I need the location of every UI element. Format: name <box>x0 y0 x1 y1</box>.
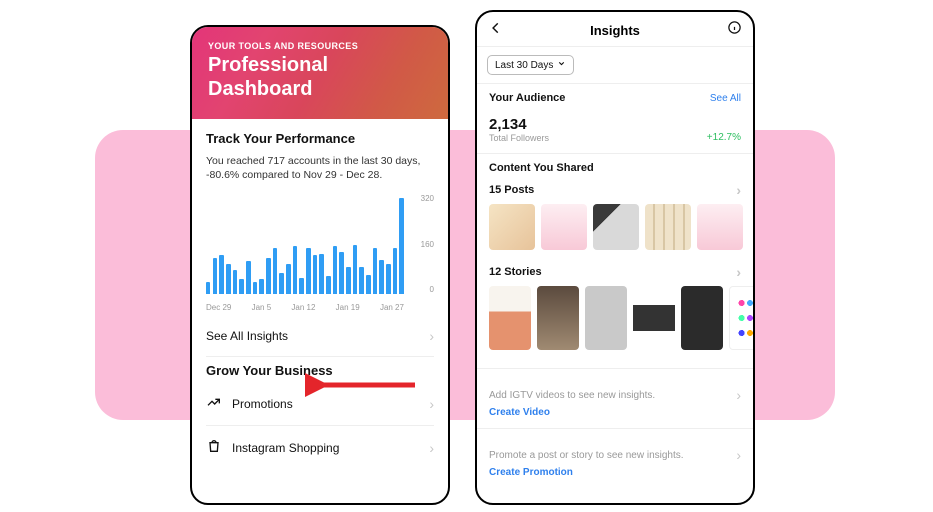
see-all-link[interactable]: See All <box>710 93 741 104</box>
stories-thumbs <box>489 286 741 350</box>
info-icon[interactable] <box>725 20 743 40</box>
date-range-select[interactable]: Last 30 Days <box>487 55 574 75</box>
chevron-down-icon <box>557 59 566 71</box>
grow-business-heading: Grow Your Business <box>206 363 434 378</box>
chart-bar <box>353 245 357 295</box>
story-thumbnail[interactable] <box>729 286 755 350</box>
chart-bar <box>306 248 310 295</box>
promotions-row[interactable]: Promotions › <box>206 382 434 425</box>
chart-bar <box>386 264 390 294</box>
followers-label: Total Followers <box>489 133 549 143</box>
promo-hint: Promote a post or story to see new insig… <box>489 450 684 461</box>
chart-bar <box>266 258 270 294</box>
post-thumbnail[interactable] <box>645 204 691 250</box>
posts-count-label: 15 Posts <box>489 184 534 196</box>
shopping-row[interactable]: Instagram Shopping › <box>206 426 434 469</box>
story-thumbnail[interactable] <box>633 286 675 350</box>
chevron-right-icon: › <box>429 328 434 344</box>
followers-change: +12.7% <box>707 132 741 143</box>
post-thumbnail[interactable] <box>489 204 535 250</box>
header-eyebrow: YOUR TOOLS AND RESOURCES <box>208 41 432 51</box>
story-thumbnail[interactable] <box>537 286 579 350</box>
post-thumbnail[interactable] <box>541 204 587 250</box>
reach-chart: 3201600 Dec 29Jan 5Jan 12Jan 19Jan 27 <box>206 196 434 316</box>
chart-bar <box>379 260 383 295</box>
chart-bar <box>219 255 223 294</box>
see-all-insights-row[interactable]: See All Insights › <box>206 316 434 356</box>
dashboard-header: YOUR TOOLS AND RESOURCES Professional Da… <box>192 27 448 119</box>
chart-bar <box>273 248 277 295</box>
followers-count: 2,134 <box>489 116 549 133</box>
divider <box>206 356 434 357</box>
create-promo-link[interactable]: Create Promotion <box>489 467 741 478</box>
chart-bar <box>226 264 230 294</box>
chart-bar <box>359 267 363 294</box>
posts-thumbs <box>489 204 741 250</box>
stories-count-label: 12 Stories <box>489 266 542 278</box>
back-icon[interactable] <box>487 21 505 40</box>
chart-bar <box>279 273 283 294</box>
trend-up-icon <box>206 394 222 413</box>
phone-dashboard: YOUR TOOLS AND RESOURCES Professional Da… <box>190 25 450 505</box>
content-section: Content You Shared 15 Posts › 12 Stories… <box>477 154 753 360</box>
audience-heading: Your Audience <box>489 92 565 104</box>
chart-bar <box>319 254 323 295</box>
story-thumbnail[interactable] <box>681 286 723 350</box>
chart-bar <box>233 270 237 294</box>
chart-bar <box>213 258 217 294</box>
chart-bar <box>333 246 337 294</box>
shopping-bag-icon <box>206 438 222 457</box>
chart-bar <box>346 267 350 294</box>
create-video-link[interactable]: Create Video <box>489 407 741 418</box>
see-all-insights-label: See All Insights <box>206 329 288 343</box>
insights-topbar: Insights <box>477 12 753 47</box>
posts-row[interactable]: 15 Posts › <box>489 182 741 198</box>
chevron-right-icon: › <box>429 396 434 412</box>
chart-bar <box>253 282 257 294</box>
chart-bar <box>286 264 290 294</box>
chart-bar <box>373 248 377 295</box>
post-thumbnail[interactable] <box>593 204 639 250</box>
chevron-right-icon: › <box>429 440 434 456</box>
chevron-right-icon: › <box>736 182 741 198</box>
chevron-right-icon: › <box>736 387 741 403</box>
date-range-label: Last 30 Days <box>495 60 553 71</box>
header-title: Professional Dashboard <box>208 53 432 101</box>
chart-bar <box>239 279 243 294</box>
insights-title: Insights <box>590 23 640 38</box>
igtv-hint: Add IGTV videos to see new insights. <box>489 390 655 401</box>
chevron-right-icon: › <box>736 264 741 280</box>
chart-bar <box>293 246 297 294</box>
igtv-section: Add IGTV videos to see new insights. › C… <box>477 369 753 429</box>
chart-bar <box>399 198 403 294</box>
content-heading: Content You Shared <box>489 162 594 174</box>
chart-bar <box>206 282 210 294</box>
promo-section: Promote a post or story to see new insig… <box>477 429 753 488</box>
audience-section: Your Audience See All 2,134 Total Follow… <box>477 84 753 154</box>
promotions-label: Promotions <box>232 397 293 411</box>
story-thumbnail[interactable] <box>585 286 627 350</box>
chart-bar <box>259 279 263 294</box>
track-performance-desc: You reached 717 accounts in the last 30 … <box>206 154 434 182</box>
chart-bar <box>393 248 397 295</box>
track-performance-heading: Track Your Performance <box>206 131 434 146</box>
chart-bar <box>339 252 343 294</box>
chart-bar <box>366 275 370 295</box>
phone-insights: Insights Last 30 Days Your Audience See … <box>475 10 755 505</box>
stories-row[interactable]: 12 Stories › <box>489 264 741 280</box>
chart-bar <box>299 278 303 295</box>
chart-bar <box>313 255 317 294</box>
chart-bar <box>246 261 250 294</box>
story-thumbnail[interactable] <box>489 286 531 350</box>
chevron-right-icon: › <box>736 447 741 463</box>
chart-bar <box>326 276 330 294</box>
post-thumbnail[interactable] <box>697 204 743 250</box>
shopping-label: Instagram Shopping <box>232 441 339 455</box>
